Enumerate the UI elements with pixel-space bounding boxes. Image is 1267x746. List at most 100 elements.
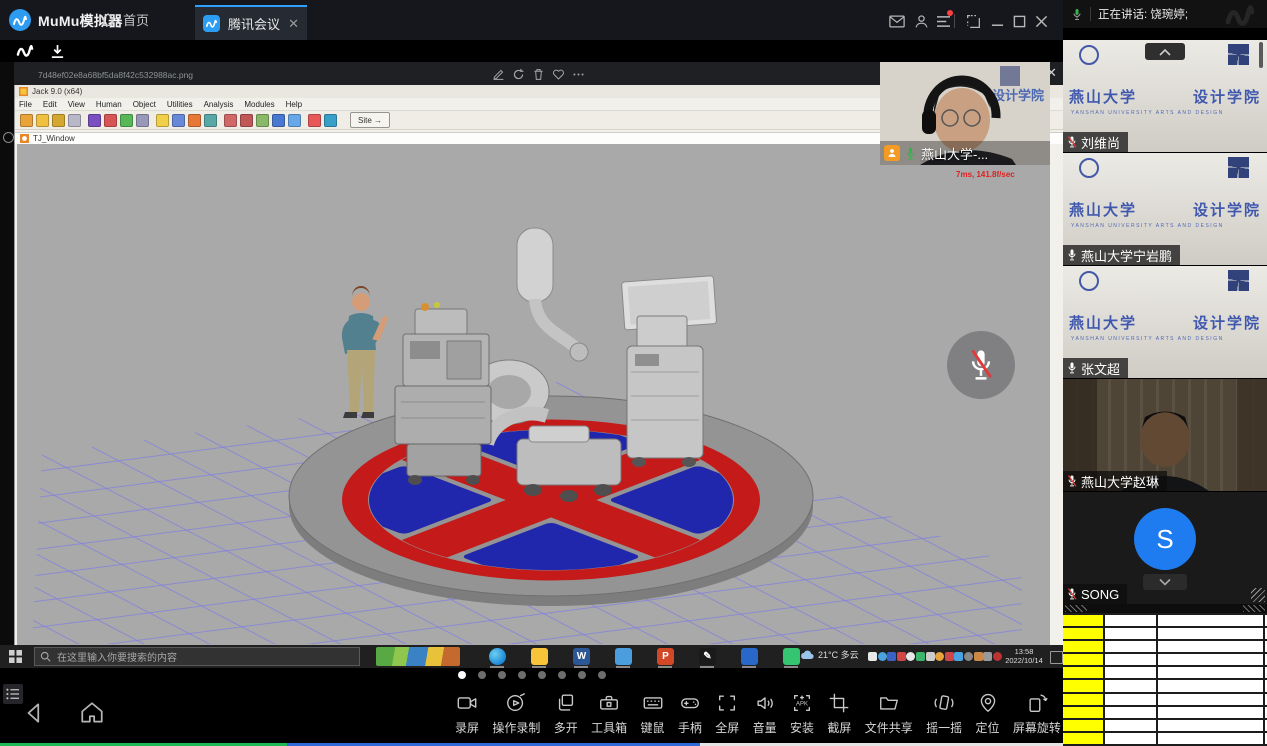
toolbar-item-record-screen[interactable]: 录屏 <box>455 692 479 736</box>
sheet-cell[interactable] <box>1063 680 1105 691</box>
participant-tile-2[interactable]: 燕山大学 设计学院 YANSHAN UNIVERSITY ARTS AND DE… <box>1063 153 1267 265</box>
sheet-cell[interactable] <box>1105 641 1158 652</box>
mail-icon[interactable] <box>888 12 906 30</box>
toolbar-item-file-share[interactable]: 文件共享 <box>865 692 913 736</box>
sheet-cell[interactable] <box>1063 720 1105 731</box>
sheet-row[interactable] <box>1063 641 1267 654</box>
jack-toolbar-icon[interactable] <box>172 114 185 127</box>
action-center-icon[interactable] <box>1050 651 1063 664</box>
sheet-cell[interactable] <box>1063 628 1105 639</box>
jack-menu-human[interactable]: Human <box>96 100 122 109</box>
pager-dot[interactable] <box>498 671 506 679</box>
taskbar-search[interactable]: 在这里输入你要搜索的内容 <box>34 647 360 666</box>
nav-home-button[interactable] <box>78 700 106 726</box>
sheet-cell[interactable] <box>1158 707 1265 718</box>
jack-toolbar-icon[interactable] <box>308 114 321 127</box>
resize-hatch-left[interactable] <box>1065 605 1087 612</box>
favorite-icon[interactable] <box>552 68 566 82</box>
viewer-app-icon[interactable] <box>3 132 14 143</box>
menu-icon[interactable] <box>934 12 952 30</box>
jack-menu-modules[interactable]: Modules <box>244 100 274 109</box>
taskbar-app-file-explorer[interactable] <box>531 648 548 665</box>
pager-dot[interactable] <box>538 671 546 679</box>
sheet-cell[interactable] <box>1105 667 1158 678</box>
jack-toolbar-icon[interactable] <box>240 114 253 127</box>
taskbar-app-app-green[interactable] <box>783 648 800 665</box>
taskbar-app-edge[interactable] <box>489 648 506 665</box>
start-button[interactable] <box>9 650 22 663</box>
sheet-cell[interactable] <box>1158 694 1265 705</box>
nav-back-button[interactable] <box>22 700 48 726</box>
tray-icon[interactable] <box>974 652 983 661</box>
sheet-cell[interactable] <box>1105 654 1158 665</box>
tray-icon[interactable] <box>887 652 896 661</box>
pager-dot[interactable] <box>518 671 526 679</box>
account-icon[interactable] <box>912 12 930 30</box>
tray-icon[interactable] <box>926 652 935 661</box>
taskbar-app-word[interactable]: W <box>573 648 590 665</box>
toolbar-item-location[interactable]: 定位 <box>976 692 1000 736</box>
jack-toolbar-icon[interactable] <box>36 114 49 127</box>
tray-icon[interactable] <box>916 652 925 661</box>
jack-menu-file[interactable]: File <box>19 100 32 109</box>
rotate-icon[interactable] <box>512 68 526 82</box>
jack-toolbar-icon[interactable] <box>204 114 217 127</box>
tray-icon[interactable] <box>897 652 906 661</box>
jack-toolbar-icon[interactable] <box>120 114 133 127</box>
participant-tile-3[interactable]: 燕山大学 设计学院 YANSHAN UNIVERSITY ARTS AND DE… <box>1063 266 1267 378</box>
resize-handle[interactable] <box>1251 588 1265 602</box>
sidebar-list-icon[interactable] <box>3 684 23 704</box>
sheet-cell[interactable] <box>1158 615 1265 626</box>
pager-dot-active[interactable] <box>458 671 466 679</box>
toolbar-item-apk-install[interactable]: APK安装 <box>790 692 814 736</box>
spreadsheet-grid[interactable] <box>1063 613 1267 746</box>
toolbar-item-keyboard[interactable]: 键鼠 <box>641 692 665 736</box>
jack-toolbar-icon[interactable] <box>104 114 117 127</box>
maximize-button[interactable] <box>1010 12 1028 30</box>
sheet-cell[interactable] <box>1105 733 1158 744</box>
toolbar-item-macro-record[interactable]: 操作录制 <box>492 692 540 736</box>
tray-icon[interactable] <box>935 652 944 661</box>
sheet-cell[interactable] <box>1063 694 1105 705</box>
jack-toolbar-icon[interactable] <box>188 114 201 127</box>
sheet-cell[interactable] <box>1158 680 1265 691</box>
download-icon[interactable] <box>50 44 65 59</box>
sheet-cell[interactable] <box>1063 615 1105 626</box>
tray-icon[interactable] <box>906 652 915 661</box>
toolbar-item-toolbox[interactable]: 工具箱 <box>591 692 627 736</box>
pip-speaker-video[interactable]: 设计学院 燕山大学-... <box>880 62 1050 165</box>
tray-icon[interactable] <box>993 652 1002 661</box>
participant-tile-5[interactable]: S SONG <box>1063 492 1267 604</box>
jack-toolbar-icon[interactable] <box>272 114 285 127</box>
tab-meeting[interactable]: 腾讯会议 ✕ <box>195 5 307 40</box>
jack-toolbar-icon[interactable] <box>52 114 65 127</box>
sheet-cell[interactable] <box>1158 720 1265 731</box>
tab-close-icon[interactable]: ✕ <box>288 16 299 32</box>
jack-3d-viewport[interactable] <box>17 144 1050 645</box>
sheet-cell[interactable] <box>1063 707 1105 718</box>
site-button[interactable]: Site → <box>350 112 390 128</box>
jack-toolbar-icon[interactable] <box>256 114 269 127</box>
participant-tile-4[interactable]: 燕山大学赵琳 <box>1063 379 1267 491</box>
jack-toolbar-icon[interactable] <box>156 114 169 127</box>
taskbar-app-app-dark[interactable]: ✎ <box>699 648 716 665</box>
sheet-row[interactable] <box>1063 680 1267 693</box>
taskbar-clock[interactable]: 13:58 2022/10/14 <box>1002 647 1046 665</box>
sheet-cell[interactable] <box>1105 615 1158 626</box>
jack-toolbar-icon[interactable] <box>324 114 337 127</box>
toolbar-item-fullscreen[interactable]: 全屏 <box>715 692 739 736</box>
sheet-row[interactable] <box>1063 654 1267 667</box>
tray-icon[interactable] <box>868 652 877 661</box>
jack-toolbar-icon[interactable] <box>68 114 81 127</box>
taskbar-weather[interactable]: 21°C 多云 <box>800 648 859 661</box>
jack-menu-analysis[interactable]: Analysis <box>204 100 234 109</box>
delete-icon[interactable] <box>532 68 546 82</box>
home-button[interactable]: 首页 <box>100 10 149 29</box>
toolbar-item-rotate-screen[interactable]: 屏幕旋转 <box>1013 692 1061 736</box>
tray-icon[interactable] <box>954 652 963 661</box>
pager-dot[interactable] <box>598 671 606 679</box>
taskbar-app-app-blue[interactable] <box>615 648 632 665</box>
sheet-row[interactable] <box>1063 667 1267 680</box>
expand-tile-button[interactable] <box>1143 574 1187 590</box>
jack-toolbar-icon[interactable] <box>88 114 101 127</box>
